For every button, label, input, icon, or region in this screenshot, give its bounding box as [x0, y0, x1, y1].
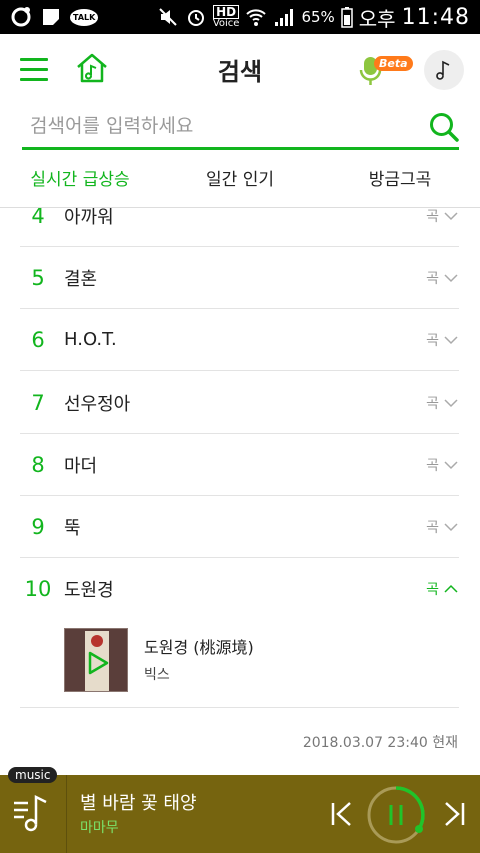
record-icon — [11, 7, 31, 27]
list-item[interactable]: 9 뚝 곡 — [20, 496, 459, 558]
rank-number: 6 — [31, 327, 45, 352]
type-label: 곡 — [426, 457, 439, 474]
tab-daily[interactable]: 일간 인기 — [160, 160, 320, 204]
search-bar — [22, 106, 459, 150]
search-icon[interactable] — [429, 112, 459, 142]
keyword-text: 아까워 — [64, 208, 114, 228]
signal-icon — [275, 9, 294, 26]
type-label: 곡 — [426, 208, 439, 225]
chevron-up-icon[interactable] — [443, 581, 459, 597]
mini-player[interactable]: 별 바람 꽃 태양 마마무 — [0, 775, 480, 853]
list-item[interactable]: 7 선우정아 곡 — [20, 372, 459, 434]
type-label: 곡 — [426, 270, 439, 287]
type-label: 곡 — [426, 582, 439, 598]
chevron-down-icon[interactable] — [443, 332, 459, 348]
music-note-icon — [436, 60, 450, 80]
keyword-text: H.O.T. — [64, 329, 117, 350]
song-artist[interactable]: 빅스 — [144, 664, 170, 684]
rank-number: 9 — [31, 514, 45, 539]
list-item-expanded[interactable]: 10 도원경 곡 — [20, 558, 459, 620]
type-label: 곡 — [426, 332, 439, 349]
player-divider — [66, 775, 67, 853]
album-art[interactable] — [64, 628, 128, 692]
mute-icon — [159, 8, 177, 26]
list-item[interactable]: 4 아까워 곡 — [20, 208, 459, 247]
updated-timestamp: 2018.03.07 23:40 현재 — [302, 735, 458, 751]
type-label: 곡 — [426, 519, 439, 536]
rank-number: 4 — [31, 208, 45, 228]
keyword-text: 마더 — [64, 455, 98, 477]
rank-number: 5 — [31, 265, 45, 290]
app-bar: 검색 Beta — [0, 34, 480, 106]
chart-tabs: 실시간 급상승 일간 인기 방금그곡 — [0, 160, 480, 204]
clock: 11:48 — [401, 4, 470, 30]
play-icon[interactable] — [87, 651, 109, 675]
rank-number: 8 — [31, 452, 45, 477]
keyword-text: 결혼 — [64, 268, 98, 290]
chevron-down-icon[interactable] — [443, 270, 459, 286]
playlist-icon[interactable] — [12, 793, 54, 835]
now-playing-artist[interactable]: 마마무 — [80, 817, 119, 837]
list-item[interactable]: 6 H.O.T. 곡 — [20, 309, 459, 371]
tab-realtime[interactable]: 실시간 급상승 — [0, 160, 160, 204]
type-label: 곡 — [426, 395, 439, 412]
now-playing-title[interactable]: 별 바람 꽃 태양 — [80, 789, 197, 815]
rank-number: 7 — [31, 390, 45, 415]
kakaotalk-icon: TALK — [70, 8, 99, 26]
song-title[interactable]: 도원경 (桃源境) — [144, 634, 254, 658]
music-tag: music — [8, 767, 58, 783]
keyword-text: 도원경 — [64, 580, 114, 601]
keyword-text: 선우정아 — [64, 393, 131, 415]
time-ampm: 오후 — [358, 6, 396, 31]
chevron-down-icon[interactable] — [443, 457, 459, 473]
chevron-down-icon[interactable] — [443, 395, 459, 411]
list-item[interactable]: 8 마더 곡 — [20, 434, 459, 496]
previous-button[interactable] — [330, 801, 354, 827]
pause-button[interactable] — [366, 785, 426, 845]
battery-icon — [341, 7, 353, 28]
tab-just-heard[interactable]: 방금그곡 — [320, 160, 480, 204]
hd-voice-indicator: HD Voice — [212, 5, 240, 29]
next-button[interactable] — [442, 801, 466, 827]
alarm-icon — [187, 10, 204, 26]
keyword-list: 4 아까워 곡 5 결혼 곡 6 H.O.T. 곡 7 선우정아 곡 8 마더 … — [0, 208, 480, 775]
chevron-down-icon[interactable] — [443, 519, 459, 535]
keyword-text: 뚝 — [64, 517, 81, 539]
battery-percent: 65% — [301, 8, 335, 26]
beta-badge: Beta — [374, 56, 413, 71]
now-playing-button[interactable] — [424, 50, 464, 90]
chevron-down-icon[interactable] — [443, 208, 459, 224]
status-bar: TALK HD Voice 65% 오후 11:48 — [0, 0, 480, 34]
song-result[interactable]: 도원경 (桃源境) 빅스 — [20, 620, 459, 708]
rank-number: 10 — [24, 577, 52, 601]
wifi-icon — [246, 9, 267, 26]
list-item[interactable]: 5 결혼 곡 — [20, 247, 459, 309]
search-input[interactable] — [22, 106, 402, 146]
note-app-icon — [43, 9, 59, 25]
